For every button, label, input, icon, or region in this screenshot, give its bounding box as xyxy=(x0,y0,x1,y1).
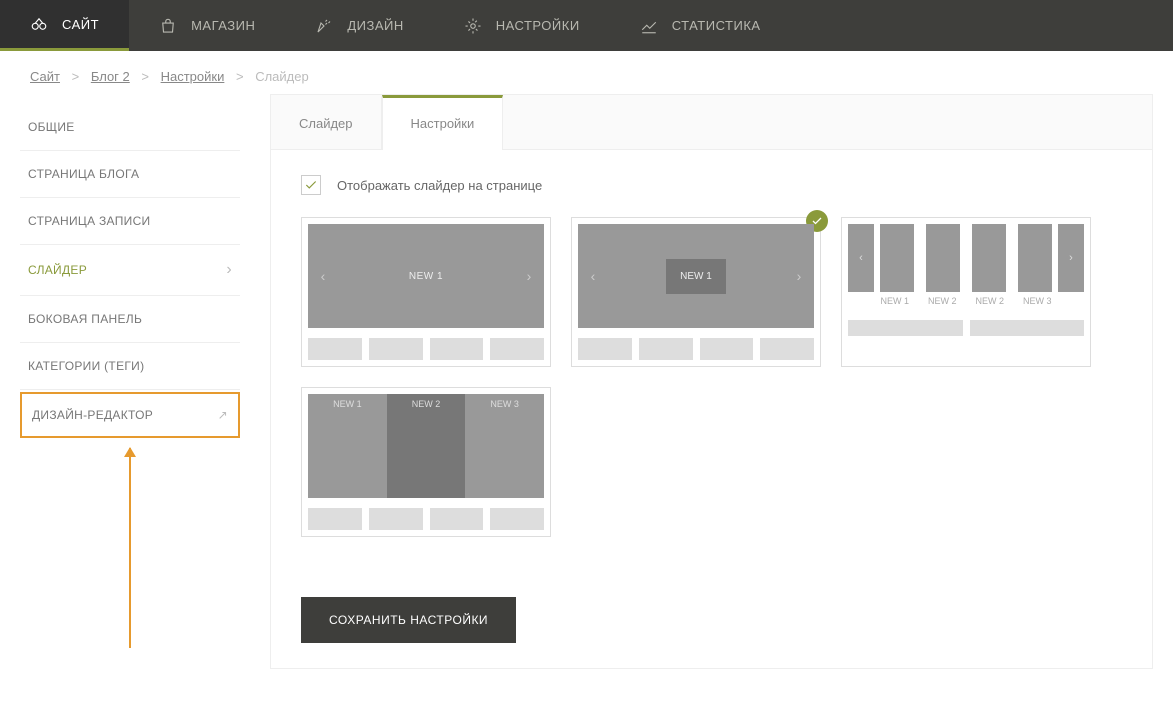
external-link-icon: ↗ xyxy=(218,408,228,422)
design-icon xyxy=(315,17,333,35)
prev-arrow-icon: ‹ xyxy=(848,224,874,292)
layout-preview: ‹ › xyxy=(848,224,1084,292)
layout-option-4[interactable]: NEW 1 NEW 2 NEW 3 xyxy=(301,387,551,537)
preview-thumbs xyxy=(308,508,544,530)
site-icon xyxy=(30,15,48,33)
layout-preview-tabs: NEW 1 NEW 2 NEW 3 xyxy=(308,394,544,414)
show-slider-checkbox[interactable] xyxy=(301,175,321,195)
sidebar-item-label: ДИЗАЙН-РЕДАКТОР xyxy=(32,408,153,422)
breadcrumb-sep: > xyxy=(72,69,80,84)
nav-label: НАСТРОЙКИ xyxy=(496,18,580,33)
next-arrow-icon: › xyxy=(784,268,814,284)
preview-labels: NEW 1 NEW 2 NEW 2 NEW 3 xyxy=(848,292,1084,306)
nav-design[interactable]: ДИЗАЙН xyxy=(285,0,433,51)
sidebar-item-label: СТРАНИЦА БЛОГА xyxy=(28,167,139,181)
preview-label: NEW 1 xyxy=(666,259,726,294)
breadcrumb-link[interactable]: Блог 2 xyxy=(91,69,130,84)
preview-thumbs xyxy=(578,338,814,360)
button-label: СОХРАНИТЬ НАСТРОЙКИ xyxy=(329,613,488,627)
breadcrumb-link[interactable]: Настройки xyxy=(161,69,225,84)
layout-preview: ‹ NEW 1 › xyxy=(578,224,814,328)
tab-label: Настройки xyxy=(411,116,475,131)
breadcrumb-current: Слайдер xyxy=(255,69,309,84)
layout-preview xyxy=(308,414,544,498)
sidebar-item-post-page[interactable]: СТРАНИЦА ЗАПИСИ xyxy=(20,198,240,245)
layout-option-2[interactable]: ‹ NEW 1 › xyxy=(571,217,821,367)
nav-label: ДИЗАЙН xyxy=(347,18,403,33)
nav-label: САЙТ xyxy=(62,17,99,32)
tab-settings[interactable]: Настройки xyxy=(382,95,504,150)
breadcrumb-link[interactable]: Сайт xyxy=(30,69,60,84)
sidebar-item-general[interactable]: ОБЩИЕ xyxy=(20,104,240,151)
preview-label: NEW 3 xyxy=(1017,292,1059,306)
annotation-arrow xyxy=(20,448,240,648)
settings-icon xyxy=(464,17,482,35)
sidebar-item-label: БОКОВАЯ ПАНЕЛЬ xyxy=(28,312,142,326)
nav-shop[interactable]: МАГАЗИН xyxy=(129,0,285,51)
next-arrow-icon: › xyxy=(514,268,544,284)
preview-label: NEW 1 xyxy=(874,292,916,306)
sidebar-item-categories[interactable]: КАТЕГОРИИ (ТЕГИ) xyxy=(20,343,240,390)
preview-label: NEW 2 xyxy=(387,394,466,414)
layout-options: ‹ NEW 1 › ‹ NEW 1 › xyxy=(301,217,1122,537)
tabs: Слайдер Настройки xyxy=(271,95,1152,150)
nav-label: МАГАЗИН xyxy=(191,18,255,33)
breadcrumb-sep: > xyxy=(236,69,244,84)
checkbox-row: Отображать слайдер на странице xyxy=(301,175,1122,195)
sidebar-item-slider[interactable]: СЛАЙДЕР › xyxy=(20,245,240,296)
tab-label: Слайдер xyxy=(299,116,353,131)
stats-icon xyxy=(640,17,658,35)
breadcrumb-sep: > xyxy=(141,69,149,84)
nav-site[interactable]: САЙТ xyxy=(0,0,129,51)
preview-label: NEW 1 xyxy=(338,271,514,282)
top-nav: САЙТ МАГАЗИН ДИЗАЙН НАСТРОЙКИ СТАТИСТИКА xyxy=(0,0,1173,51)
sidebar-item-label: ОБЩИЕ xyxy=(28,120,75,134)
layout-option-1[interactable]: ‹ NEW 1 › xyxy=(301,217,551,367)
layout-option-3[interactable]: ‹ › NEW 1 NEW 2 NEW 2 NEW 3 xyxy=(841,217,1091,367)
preview-label: NEW 3 xyxy=(465,394,544,414)
tab-slider[interactable]: Слайдер xyxy=(271,95,382,149)
sidebar-item-label: КАТЕГОРИИ (ТЕГИ) xyxy=(28,359,144,373)
chevron-right-icon: › xyxy=(226,261,232,279)
sidebar-item-label: СЛАЙДЕР xyxy=(28,263,87,277)
preview-label: NEW 1 xyxy=(308,394,387,414)
preview-label: NEW 2 xyxy=(922,292,964,306)
save-settings-button[interactable]: СОХРАНИТЬ НАСТРОЙКИ xyxy=(301,597,516,643)
preview-thumbs xyxy=(848,320,1084,336)
sidebar-item-design-editor[interactable]: ДИЗАЙН-РЕДАКТОР ↗ xyxy=(20,392,240,438)
nav-label: СТАТИСТИКА xyxy=(672,18,761,33)
nav-stats[interactable]: СТАТИСТИКА xyxy=(610,0,791,51)
sidebar-item-label: СТРАНИЦА ЗАПИСИ xyxy=(28,214,150,228)
prev-arrow-icon: ‹ xyxy=(578,268,608,284)
sidebar-item-blog-page[interactable]: СТРАНИЦА БЛОГА xyxy=(20,151,240,198)
preview-label: NEW 2 xyxy=(969,292,1011,306)
breadcrumb: Сайт > Блог 2 > Настройки > Слайдер xyxy=(0,51,1173,94)
checkbox-label: Отображать слайдер на странице xyxy=(337,178,542,193)
prev-arrow-icon: ‹ xyxy=(308,268,338,284)
preview-thumbs xyxy=(308,338,544,360)
nav-settings[interactable]: НАСТРОЙКИ xyxy=(434,0,610,51)
sidebar: ОБЩИЕ СТРАНИЦА БЛОГА СТРАНИЦА ЗАПИСИ СЛА… xyxy=(20,94,240,669)
shop-icon xyxy=(159,17,177,35)
sidebar-item-side-panel[interactable]: БОКОВАЯ ПАНЕЛЬ xyxy=(20,296,240,343)
layout-preview: ‹ NEW 1 › xyxy=(308,224,544,328)
content-panel: Слайдер Настройки Отображать слайдер на … xyxy=(270,94,1153,669)
next-arrow-icon: › xyxy=(1058,224,1084,292)
